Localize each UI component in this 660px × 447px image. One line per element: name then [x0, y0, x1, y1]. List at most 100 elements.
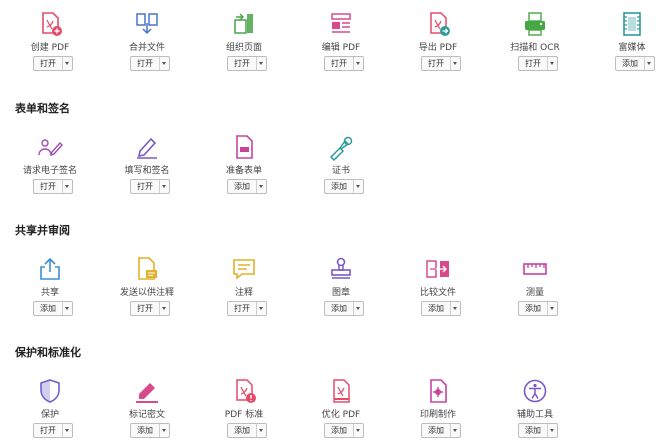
tool-optimize-pdf[interactable]: 优化 PDF 添加	[293, 377, 389, 445]
accessibility-action-button[interactable]: 添加	[518, 423, 558, 438]
prepare-form-action-button[interactable]: 添加	[227, 179, 267, 194]
tool-label: 标记密文	[128, 410, 165, 420]
chevron-down-icon[interactable]	[63, 302, 72, 315]
certificate-pen-icon	[327, 133, 355, 161]
stamp-action-button[interactable]: 添加	[324, 301, 364, 316]
tool-label: 测量	[525, 288, 544, 298]
tool-accessibility[interactable]: 辅助工具 添加	[487, 377, 583, 445]
scanner-icon	[521, 10, 549, 38]
tool-label: 共享	[40, 288, 59, 298]
chevron-down-icon[interactable]	[257, 180, 266, 193]
share-icon	[36, 255, 64, 283]
tool-measure[interactable]: 测量 添加	[487, 255, 583, 323]
print-production-icon	[424, 377, 452, 405]
tool-label: 比较文件	[419, 288, 456, 298]
tool-label: 图章	[331, 288, 350, 298]
optimize-pdf-icon	[327, 377, 355, 405]
tool-pdf-standards[interactable]: PDF 标准 添加	[196, 377, 292, 445]
tool-label: 扫描和 OCR	[510, 43, 560, 53]
tool-label: 发送以供注释	[119, 288, 174, 298]
chevron-down-icon[interactable]	[257, 302, 266, 315]
chevron-down-icon[interactable]	[63, 180, 72, 193]
send-comments-action-button[interactable]: 打开	[130, 301, 170, 316]
chevron-down-icon[interactable]	[451, 424, 460, 437]
combine-files-action-button[interactable]: 打开	[130, 56, 170, 71]
stamp-icon	[327, 255, 355, 283]
share-action-button[interactable]: 添加	[33, 301, 73, 316]
tool-send-comments[interactable]: 发送以供注释 打开	[99, 255, 195, 323]
chevron-down-icon[interactable]	[160, 302, 169, 315]
tool-export-pdf[interactable]: 导出 PDF 打开	[390, 10, 486, 78]
redact-marker-icon	[133, 377, 161, 405]
edit-pdf-action-button[interactable]: 打开	[324, 56, 364, 71]
chevron-down-icon[interactable]	[354, 424, 363, 437]
tool-label: 优化 PDF	[321, 410, 361, 420]
tool-certificates[interactable]: 证书 添加	[293, 133, 389, 201]
measure-action-button[interactable]: 添加	[518, 301, 558, 316]
export-pdf-action-button[interactable]: 打开	[421, 56, 461, 71]
print-production-action-button[interactable]: 添加	[421, 423, 461, 438]
request-signatures-action-button[interactable]: 打开	[33, 179, 73, 194]
fill-sign-action-button[interactable]: 打开	[130, 179, 170, 194]
certificates-action-button[interactable]: 添加	[324, 179, 364, 194]
tool-scan-ocr[interactable]: 扫描和 OCR 打开	[487, 10, 583, 78]
tool-label: 创建 PDF	[30, 43, 70, 53]
chevron-down-icon[interactable]	[451, 302, 460, 315]
tool-combine-files[interactable]: 合并文件 打开	[99, 10, 195, 78]
rich-media-action-button[interactable]: 添加	[615, 56, 655, 71]
tool-label: 请求电子签名	[22, 166, 77, 176]
chevron-down-icon[interactable]	[160, 424, 169, 437]
tool-comment[interactable]: 注释 打开	[196, 255, 292, 323]
chevron-down-icon[interactable]	[645, 57, 654, 70]
tool-compare-files[interactable]: 比较文件 添加	[390, 255, 486, 323]
chevron-down-icon[interactable]	[63, 424, 72, 437]
chevron-down-icon[interactable]	[354, 180, 363, 193]
tool-label: 印刷制作	[419, 410, 456, 420]
tool-fill-sign[interactable]: 填写和签名 打开	[99, 133, 195, 201]
tool-label: 填写和签名	[124, 166, 170, 176]
tool-label: 注释	[234, 288, 253, 298]
redact-action-button[interactable]: 添加	[130, 423, 170, 438]
chevron-down-icon[interactable]	[160, 180, 169, 193]
tool-label: 导出 PDF	[418, 43, 458, 53]
chevron-down-icon[interactable]	[548, 57, 557, 70]
chevron-down-icon[interactable]	[160, 57, 169, 70]
chevron-down-icon[interactable]	[548, 302, 557, 315]
tool-redact[interactable]: 标记密文 添加	[99, 377, 195, 445]
tool-stamp[interactable]: 图章 添加	[293, 255, 389, 323]
tool-organize-pages[interactable]: 组织页面 打开	[196, 10, 292, 78]
comment-action-button[interactable]: 打开	[227, 301, 267, 316]
create-pdf-action-button[interactable]: 打开	[33, 56, 73, 71]
protect-action-button[interactable]: 打开	[33, 423, 73, 438]
organize-pages-icon	[230, 10, 258, 38]
tool-edit-pdf[interactable]: 编辑 PDF 打开	[293, 10, 389, 78]
chevron-down-icon[interactable]	[354, 302, 363, 315]
pdf-standards-action-button[interactable]: 添加	[227, 423, 267, 438]
chevron-down-icon[interactable]	[548, 424, 557, 437]
tool-prepare-form[interactable]: 准备表单 添加	[196, 133, 292, 201]
ruler-icon	[521, 255, 549, 283]
chevron-down-icon[interactable]	[354, 57, 363, 70]
optimize-pdf-action-button[interactable]: 添加	[324, 423, 364, 438]
tool-share[interactable]: 共享 添加	[2, 255, 98, 323]
chevron-down-icon[interactable]	[451, 57, 460, 70]
export-pdf-icon	[424, 10, 452, 38]
chevron-down-icon[interactable]	[257, 424, 266, 437]
tool-request-signatures[interactable]: 请求电子签名 打开	[2, 133, 98, 201]
tool-create-pdf[interactable]: 创建 PDF 打开	[2, 10, 98, 78]
tool-print-production[interactable]: 印刷制作 添加	[390, 377, 486, 445]
form-icon	[230, 133, 258, 161]
organize-pages-action-button[interactable]: 打开	[227, 56, 267, 71]
section-title-share-review: 共享并审阅	[15, 224, 70, 237]
tool-protect[interactable]: 保护 打开	[2, 377, 98, 445]
compare-files-action-button[interactable]: 添加	[421, 301, 461, 316]
film-icon	[618, 10, 646, 38]
tool-label: PDF 标准	[224, 410, 264, 420]
tool-label: 辅助工具	[516, 410, 553, 420]
chevron-down-icon[interactable]	[257, 57, 266, 70]
compare-files-icon	[424, 255, 452, 283]
tool-rich-media[interactable]: 富媒体 添加	[584, 10, 660, 78]
comment-icon	[230, 255, 258, 283]
chevron-down-icon[interactable]	[63, 57, 72, 70]
scan-ocr-action-button[interactable]: 打开	[518, 56, 558, 71]
